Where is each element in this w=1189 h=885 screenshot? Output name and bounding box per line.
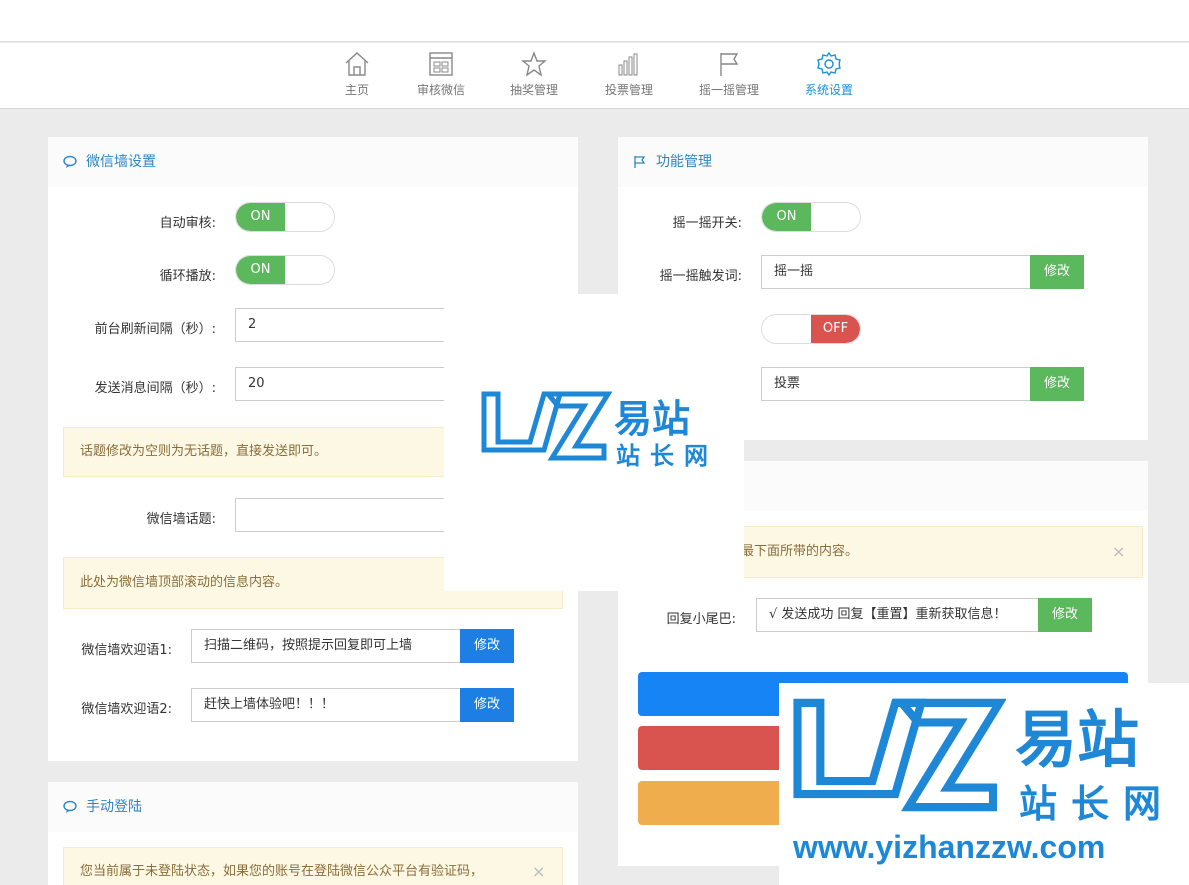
comments-icon <box>63 800 77 813</box>
login-alert-close-icon[interactable]: × <box>532 862 545 881</box>
reply-alert-close-icon[interactable]: × <box>1112 542 1125 561</box>
yz-logo-icon <box>481 391 612 461</box>
nav-label-review: 审核微信 <box>416 83 465 97</box>
login-alert: 您当前属于未登陆状态，如果您的账号在登陆微信公众平台有验证码， <box>63 847 563 885</box>
reply-tail-label: 回复小尾巴: <box>666 612 736 627</box>
comments-icon <box>63 155 77 168</box>
shake-word-input[interactable]: 摇一摇 <box>761 255 1031 289</box>
function-header: 功能管理 <box>618 137 1148 187</box>
welcome1-input[interactable]: 扫描二维码，按照提示回复即可上墙 <box>191 629 461 663</box>
toggle-off-label: OFF <box>811 315 860 343</box>
send-interval-label: 发送消息间隔（秒）: <box>94 381 216 396</box>
nav-label-settings: 系统设置 <box>804 83 853 97</box>
manual-login-title: 手动登陆 <box>86 799 142 815</box>
home-icon <box>345 52 369 76</box>
nav-label-vote: 投票管理 <box>604 83 653 97</box>
toggle-on-label: ON <box>236 256 285 284</box>
welcome1-label: 微信墙欢迎语1: <box>81 643 172 658</box>
wall-settings-header: 微信墙设置 <box>48 137 578 187</box>
welcome2-modify-button[interactable]: 修改 <box>460 688 514 722</box>
shake-word-label: 摇一摇触发词: <box>659 269 742 284</box>
top-strip <box>0 0 1189 42</box>
nav-item-review[interactable]: 审核微信 <box>396 51 486 98</box>
welcome2-input[interactable]: 赶快上墙体验吧！！！ <box>191 688 461 722</box>
flag-icon <box>634 156 646 168</box>
flag-icon <box>720 53 739 76</box>
watermark-sub-large: 站长网 <box>1019 782 1176 826</box>
manual-login-header: 手动登陆 <box>48 782 578 832</box>
bar-chart-icon <box>618 53 638 76</box>
manual-login-panel: 手动登陆 您当前属于未登陆状态，如果您的账号在登陆微信公众平台有验证码， × <box>48 782 578 885</box>
vote-word-input[interactable]: 投票 <box>761 367 1031 401</box>
wall-settings-title: 微信墙设置 <box>86 154 156 170</box>
watermark-brand: 易站 <box>614 397 691 441</box>
nav-item-vote[interactable]: 投票管理 <box>584 51 674 98</box>
main-nav: 主页 审核微信 抽奖管理 投票管理 摇一摇管理 系统设置 <box>0 43 1189 109</box>
nav-item-home[interactable]: 主页 <box>312 51 402 98</box>
gear-icon <box>817 51 841 77</box>
shake-switch-label: 摇一摇开关: <box>672 216 742 231</box>
nav-label-lottery: 抽奖管理 <box>509 83 558 97</box>
topic-alert-text: 话题修改为空则为无话题，直接发送即可。 <box>80 444 328 459</box>
vote-word-modify-button[interactable]: 修改 <box>1030 367 1084 401</box>
star-icon <box>521 51 547 77</box>
welcome1-modify-button[interactable]: 修改 <box>460 629 514 663</box>
watermark-url: www.yizhanzzw.com <box>793 829 1106 865</box>
reply-tail-input[interactable]: √ 发送成功 回复【重置】重新获取信息！ <box>756 598 1039 632</box>
toggle-on-label: ON <box>762 203 811 231</box>
reply-tail-modify-button[interactable]: 修改 <box>1038 598 1092 632</box>
welcome2-label: 微信墙欢迎语2: <box>81 702 172 717</box>
scroll-alert-text: 此处为微信墙顶部滚动的信息内容。 <box>80 575 289 590</box>
toggle-on-label: ON <box>236 203 285 231</box>
loop-play-toggle[interactable]: ON <box>235 255 335 285</box>
nav-item-shake[interactable]: 摇一摇管理 <box>684 51 774 98</box>
shake-toggle[interactable]: ON <box>761 202 861 232</box>
nav-label-home: 主页 <box>344 83 369 97</box>
nav-item-lottery[interactable]: 抽奖管理 <box>489 51 579 98</box>
watermark-overlay-corner: 易站 站长网 www.yizhanzzw.com <box>779 683 1189 885</box>
auto-review-toggle[interactable]: ON <box>235 202 335 232</box>
yz-logo-icon <box>793 698 1006 812</box>
shake-word-modify-button[interactable]: 修改 <box>1030 255 1084 289</box>
watermark-overlay-center: 易站 站长网 <box>444 294 744 591</box>
login-alert-text: 您当前属于未登陆状态，如果您的账号在登陆微信公众平台有验证码， <box>80 864 484 879</box>
refresh-interval-label: 前台刷新间隔（秒）: <box>94 322 216 337</box>
topic-label: 微信墙话题: <box>146 512 216 527</box>
watermark-brand-large: 易站 <box>1015 703 1140 776</box>
nav-item-settings[interactable]: 系统设置 <box>784 51 874 98</box>
loop-play-label: 循环播放: <box>159 269 216 284</box>
function-title: 功能管理 <box>656 154 712 170</box>
watermark-sub: 站长网 <box>616 442 718 470</box>
review-icon <box>429 52 453 76</box>
nav-label-shake: 摇一摇管理 <box>698 83 759 97</box>
auto-review-label: 自动审核: <box>159 216 216 231</box>
vote-toggle[interactable]: OFF <box>761 314 861 344</box>
